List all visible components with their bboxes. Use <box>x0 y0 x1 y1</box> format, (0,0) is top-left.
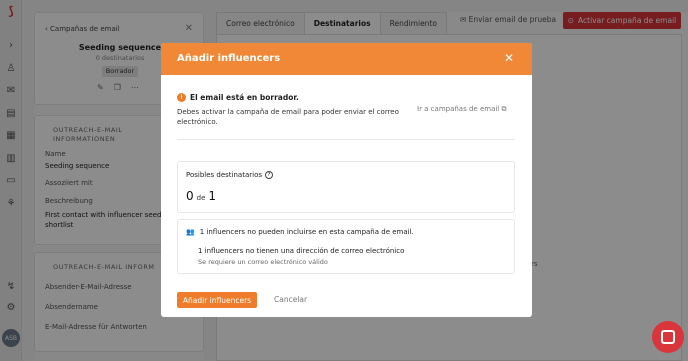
goto-campaigns-link[interactable]: Ir a campañas de email ⧉ <box>417 105 506 114</box>
modal-header: Añadir influencers ✕ <box>161 43 532 75</box>
excluded-summary: 1 influencers no pueden incluirse en est… <box>199 228 414 236</box>
excluded-influencers-box: 👥 1 influencers no pueden incluirse en e… <box>177 219 515 274</box>
warning-title: El email está en borrador. <box>190 93 299 102</box>
modal-title: Añadir influencers <box>177 53 281 64</box>
draft-warning: ! El email está en borrador. <box>177 93 299 102</box>
cancel-button[interactable]: Cancelar <box>274 295 307 304</box>
add-influencers-modal: Añadir influencers ✕ ! El email está en … <box>161 43 532 317</box>
external-link-icon: ⧉ <box>501 105 507 113</box>
count-total: 1 <box>208 189 217 203</box>
recipients-counter: 0 de 1 <box>186 189 216 203</box>
excluded-summary-row: 👥 1 influencers no pueden incluirse en e… <box>186 228 414 236</box>
divider <box>177 139 515 140</box>
chat-icon <box>661 330 675 344</box>
close-icon[interactable]: ✕ <box>504 51 514 65</box>
help-chat-button[interactable] <box>652 321 684 353</box>
add-influencers-button[interactable]: Añadir influencers <box>177 292 257 308</box>
warning-body: Debes activar la campaña de email para p… <box>177 108 399 126</box>
excluded-hint: Se requiere un correo electrónico válido <box>198 258 328 266</box>
possible-recipients-label: Posibles destinatarios <box>186 171 263 179</box>
count-value: 0 <box>186 189 194 203</box>
possible-recipients-box: Posibles destinatarios ? 0 de 1 <box>177 161 515 213</box>
count-of: de <box>196 194 206 202</box>
possible-recipients-label-row: Posibles destinatarios ? <box>186 171 274 179</box>
goto-campaigns-label: Ir a campañas de email <box>417 105 500 113</box>
people-icon: 👥 <box>186 228 195 236</box>
excluded-reason: 1 influencers no tienen una dirección de… <box>198 247 405 255</box>
help-icon[interactable]: ? <box>265 171 274 179</box>
warning-icon: ! <box>177 93 186 102</box>
